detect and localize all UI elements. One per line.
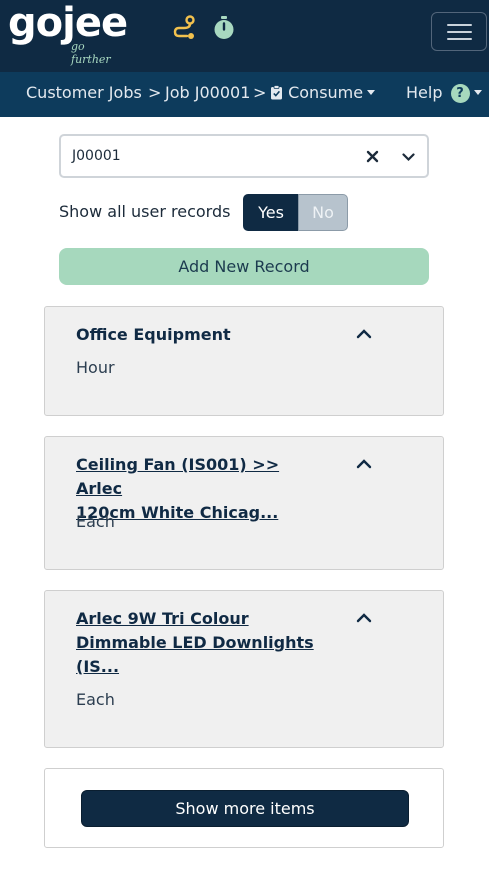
breadcrumb-job[interactable]: Job J00001 bbox=[165, 83, 250, 102]
record-card: Office Equipment Hour bbox=[44, 306, 444, 416]
record-unit: Each bbox=[76, 690, 115, 709]
record-title-line: Arlec 9W Tri Colour bbox=[76, 609, 249, 628]
show-more-button[interactable]: Show more items bbox=[81, 790, 409, 827]
consume-dropdown[interactable]: Consume bbox=[270, 83, 376, 102]
record-title: Office Equipment bbox=[76, 325, 231, 344]
yes-toggle-button[interactable]: Yes bbox=[243, 194, 299, 231]
stopwatch-icon[interactable] bbox=[210, 14, 238, 42]
show-more-card: Show more items bbox=[44, 768, 444, 848]
record-card: Ceiling Fan (IS001) >> Arlec 120cm White… bbox=[44, 436, 444, 570]
show-records-label: Show all user records bbox=[59, 202, 231, 221]
breadcrumb-customer-jobs[interactable]: Customer Jobs bbox=[26, 83, 142, 102]
job-select[interactable]: J00001 bbox=[59, 134, 429, 178]
gojee-logo[interactable]: gojee go further bbox=[8, 0, 128, 66]
help-badge-text: ? bbox=[456, 86, 464, 101]
hamburger-line bbox=[447, 24, 472, 26]
record-unit: Each bbox=[76, 512, 115, 531]
hamburger-menu-button[interactable] bbox=[431, 12, 487, 51]
record-title-line: Dimmable LED Downlights bbox=[76, 633, 314, 652]
breadcrumb: Customer Jobs > Job J00001 > Consume Hel… bbox=[0, 72, 489, 117]
question-circle-icon: ? bbox=[450, 84, 470, 103]
route-icon[interactable] bbox=[171, 14, 199, 42]
add-new-record-button[interactable]: Add New Record bbox=[59, 248, 429, 285]
consume-label: Consume bbox=[288, 83, 364, 102]
hamburger-line bbox=[447, 31, 472, 33]
help-dropdown[interactable]: Help ? bbox=[406, 83, 482, 103]
job-select-value: J00001 bbox=[72, 148, 121, 164]
clear-icon[interactable] bbox=[366, 150, 379, 163]
record-unit: Hour bbox=[76, 358, 115, 377]
chevron-up-icon[interactable] bbox=[356, 328, 372, 340]
logo-tagline: go further bbox=[71, 40, 111, 66]
help-label: Help bbox=[406, 83, 443, 102]
breadcrumb-separator: > bbox=[253, 83, 267, 102]
top-bar: gojee go further bbox=[0, 0, 489, 72]
record-title-line: Ceiling Fan (IS001) >> Arlec bbox=[76, 455, 280, 498]
caret-down-icon bbox=[473, 90, 482, 95]
hamburger-line bbox=[447, 38, 472, 40]
record-title-link[interactable]: Arlec 9W Tri Colour Dimmable LED Downlig… bbox=[76, 607, 326, 679]
chevron-up-icon[interactable] bbox=[356, 458, 372, 470]
record-title-line: (IS... bbox=[76, 657, 120, 676]
record-card: Arlec 9W Tri Colour Dimmable LED Downlig… bbox=[44, 590, 444, 748]
caret-down-icon bbox=[367, 90, 376, 95]
chevron-down-icon[interactable] bbox=[402, 153, 415, 162]
chevron-up-icon[interactable] bbox=[356, 612, 372, 624]
no-toggle-button[interactable]: No bbox=[298, 194, 348, 231]
breadcrumb-separator: > bbox=[148, 83, 162, 102]
clipboard-check-icon bbox=[271, 85, 282, 100]
